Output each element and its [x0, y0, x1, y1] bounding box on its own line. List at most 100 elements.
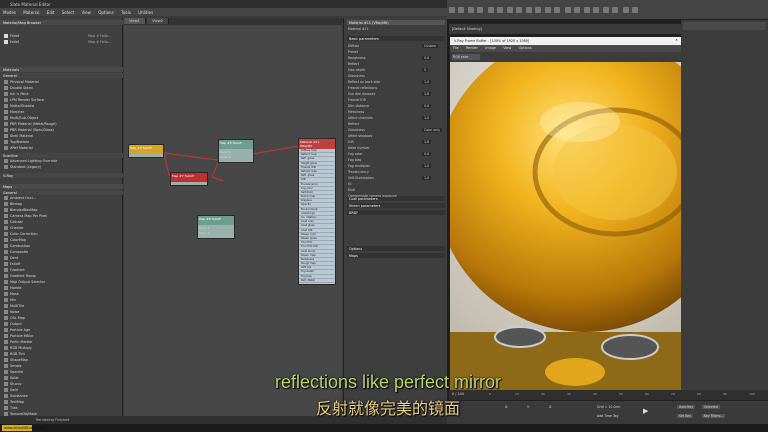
move-icon[interactable]	[515, 7, 522, 13]
list-item[interactable]: Perlin Marble	[4, 340, 32, 345]
select-icon[interactable]	[496, 7, 503, 13]
list-item[interactable]: Splat	[4, 376, 19, 381]
list-item[interactable]: Marble	[4, 286, 22, 291]
param-value[interactable]: 1.0	[422, 116, 432, 120]
list-item[interactable]: Tiles	[4, 406, 18, 411]
node-vraymtl[interactable]: Material #11 VRayMtl Diffuse map Reflect …	[298, 138, 336, 285]
list-item[interactable]: Double Sided	[4, 86, 33, 91]
vraymtl-port[interactable]: Refl. Metal	[299, 279, 335, 283]
menu-tools[interactable]: Tools	[118, 8, 134, 17]
undo-icon[interactable]	[449, 7, 455, 13]
section-maps-general[interactable]: General	[0, 190, 123, 195]
menu-options[interactable]: Options	[95, 8, 116, 17]
list-item[interactable]: Morpher	[4, 110, 24, 115]
list-item[interactable]: ShapeMap	[4, 358, 28, 363]
list-item[interactable]: LPM Render Surface	[4, 98, 44, 103]
list-item[interactable]: Gradient	[4, 268, 25, 273]
command-panel-tabs[interactable]	[683, 22, 766, 30]
channel-select[interactable]: RGB color	[452, 54, 480, 60]
list-item[interactable]: Falloff	[4, 262, 20, 267]
rotate-icon[interactable]	[526, 7, 533, 13]
list-item[interactable]: XRef Material	[4, 146, 33, 151]
menu-view[interactable]: View	[78, 8, 94, 17]
list-item[interactable]: Color Correction	[4, 232, 37, 237]
list-item[interactable]: RGB Tint	[4, 352, 25, 357]
vfb-menu-image[interactable]: Image	[482, 45, 499, 51]
param-value[interactable]: 0.0	[422, 104, 432, 108]
list-item[interactable]: Top/Bottom	[4, 140, 29, 145]
list-item[interactable]: Ambient Occl...	[4, 196, 36, 201]
align-icon[interactable]	[564, 7, 571, 13]
key-filters-button[interactable]: Key Filters...	[702, 414, 726, 418]
list-item[interactable]: OSL Map	[4, 316, 25, 321]
list-item[interactable]: Particle MBlur	[4, 334, 33, 339]
menu-modes[interactable]: Modes	[0, 8, 19, 17]
list-item[interactable]: Stucco	[4, 382, 21, 387]
list-item[interactable]: Ink 'n Paint	[4, 92, 29, 97]
list-item[interactable]: Substance	[4, 394, 28, 399]
vfb-menu-options[interactable]: Options	[516, 45, 535, 51]
node-view-canvas[interactable]: Map #4 Falloff Map #5 Falloff Color 1 Co…	[124, 25, 342, 416]
list-item[interactable]: PBR Material (Spec/Gloss)	[4, 128, 54, 133]
list-item[interactable]: Combustion	[4, 244, 30, 249]
list-item[interactable]: Noise	[4, 310, 19, 315]
render-icon[interactable]	[622, 7, 629, 13]
section-maps[interactable]: Maps	[0, 184, 123, 189]
node-falloff-c[interactable]: Map #7 Falloff	[170, 172, 208, 186]
tab-view2[interactable]: View2	[147, 18, 169, 24]
node-falloff-d[interactable]: Map #8 Falloff Color 1 Color 2	[197, 215, 235, 239]
section-basic-parameters[interactable]: Basic parameters	[347, 36, 445, 41]
list-item[interactable]: PBR Material (Metal/Rough)	[4, 122, 57, 127]
snap-icon[interactable]	[545, 7, 552, 13]
section-materials-general[interactable]: General	[0, 73, 123, 78]
list-item[interactable]: Map Output Selector	[4, 280, 45, 285]
browser-item-falloff-1[interactable]: Fallof	[4, 34, 19, 39]
list-item[interactable]: Standard (Legacy)	[4, 165, 41, 170]
close-icon[interactable]: ✕	[675, 38, 678, 42]
list-item[interactable]: Output	[4, 322, 22, 327]
browser-item-falloff-2[interactable]: Fallof	[4, 40, 19, 45]
list-item[interactable]: Gradient Ramp	[4, 274, 36, 279]
mirror-icon[interactable]	[554, 7, 561, 13]
list-item[interactable]: Shell Material	[4, 134, 33, 139]
list-item[interactable]: Bitmap	[4, 202, 22, 207]
param-value[interactable]: Custom	[422, 44, 439, 48]
viewport-label[interactable]: [Default Shading]	[452, 27, 482, 31]
param-value[interactable]: 1.6	[422, 92, 432, 96]
list-item[interactable]: Matte/Shadow	[4, 104, 34, 109]
scale-icon[interactable]	[535, 7, 542, 13]
play-icon[interactable]: ▶	[643, 407, 648, 415]
param-value[interactable]: 1.0	[422, 164, 432, 168]
param-value[interactable]: Color only	[422, 128, 443, 132]
vfb-menu-file[interactable]: File	[450, 45, 462, 51]
node-falloff-a[interactable]: Map #4 Falloff	[128, 144, 164, 158]
list-item[interactable]: Cellular	[4, 220, 23, 225]
menu-select[interactable]: Select	[59, 8, 77, 17]
tab-view1[interactable]: View1	[124, 18, 146, 24]
list-item[interactable]: Physical Material	[4, 80, 39, 85]
param-value[interactable]: 1.0	[422, 176, 432, 180]
section-vray[interactable]: V-Ray	[0, 173, 123, 178]
set-key-button[interactable]: Set Key	[677, 414, 694, 418]
menu-utilities[interactable]: Utilities	[135, 8, 156, 17]
section-materials[interactable]: Materials	[0, 67, 123, 72]
list-item[interactable]: Advanced Lighting Override	[4, 159, 57, 164]
curve-editor-icon[interactable]	[583, 7, 590, 13]
param-value[interactable]: 1.6	[422, 140, 432, 144]
teapot-icon[interactable]	[631, 7, 638, 13]
list-item[interactable]: RGB Multiply	[4, 346, 32, 351]
list-item[interactable]: Camera Map Per Pixel	[4, 214, 47, 219]
material-editor-icon[interactable]	[603, 7, 610, 13]
bind-icon[interactable]	[487, 7, 494, 13]
list-item[interactable]: Smoke	[4, 364, 21, 369]
list-item[interactable]: TextMap	[4, 400, 24, 405]
list-item[interactable]: Speckle	[4, 370, 23, 375]
section-options[interactable]: Options	[347, 246, 445, 251]
menu-edit[interactable]: Edit	[44, 8, 58, 17]
vfb-menu-render[interactable]: Render	[463, 45, 481, 51]
section-brdf[interactable]: BRDF	[347, 210, 445, 215]
list-item[interactable]: Dent	[4, 256, 18, 261]
list-item[interactable]: Mix	[4, 298, 16, 303]
layers-icon[interactable]	[573, 7, 580, 13]
vfb-menu-view[interactable]: View	[500, 45, 514, 51]
